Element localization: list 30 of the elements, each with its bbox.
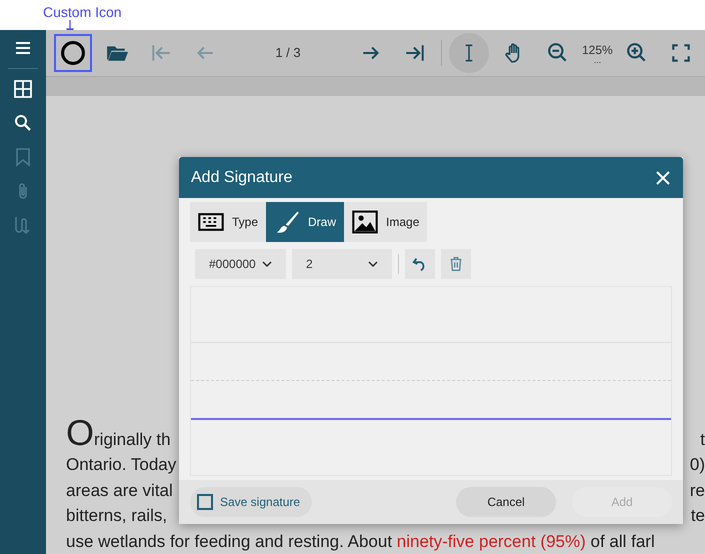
tab[interactable]: Draw: [266, 202, 344, 242]
search-icon[interactable]: [13, 113, 33, 133]
close-icon[interactable]: [655, 170, 671, 186]
dialog-title: Add Signature: [191, 168, 292, 188]
dialog-button[interactable]: Cancel: [456, 487, 556, 517]
annotation-label: Custom Icon: [43, 3, 122, 22]
paragraph-text: t: [700, 428, 705, 450]
paragraph-text: te: [690, 505, 705, 527]
zoom-level[interactable]: 125% ...: [582, 41, 613, 64]
save-signature-checkbox[interactable]: Save signature: [190, 487, 312, 517]
color-dropdown[interactable]: #000000: [195, 249, 286, 279]
grid-icon[interactable]: [13, 79, 33, 99]
paragraph-text: Originally th: [66, 418, 171, 452]
paragraph-text: bitterns, rails,: [66, 505, 168, 527]
stroke-width-dropdown[interactable]: 2: [292, 249, 392, 279]
paragraph-text: use wetlands for feeding and resting. About ninety-five percent (95%) of all farl: [66, 530, 655, 552]
text-cursor-icon[interactable]: [449, 32, 489, 73]
brush-icon: [274, 209, 300, 235]
paragraph-text: 0): [690, 454, 705, 476]
tab[interactable]: Image: [344, 202, 428, 242]
paragraph-text: Ontario. Today: [66, 454, 176, 476]
chevron-icon: [262, 261, 272, 267]
image-icon: [352, 209, 378, 235]
page-indicator: 1 / 3: [274, 44, 302, 62]
paragraph-text: areas are vital: [66, 480, 173, 502]
paragraph-text: re: [690, 480, 705, 502]
tab[interactable]: Type: [190, 202, 266, 242]
undo-icon[interactable]: [405, 249, 435, 279]
chevron-icon: [368, 261, 378, 267]
trash-icon[interactable]: [441, 249, 471, 279]
